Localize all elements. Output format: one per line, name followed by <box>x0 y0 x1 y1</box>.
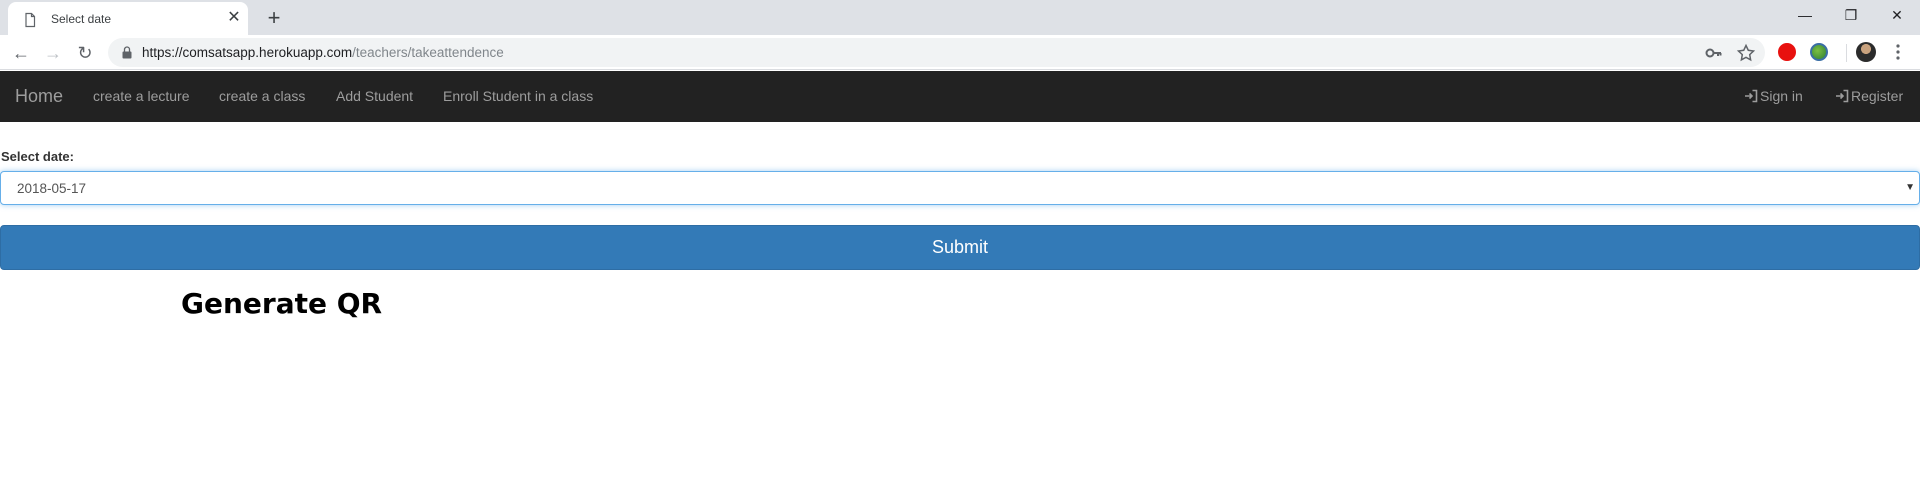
submit-button[interactable]: Submit <box>0 225 1920 270</box>
register-icon <box>1836 89 1849 103</box>
restore-button[interactable]: ❐ <box>1828 0 1874 30</box>
sign-in-label: Sign in <box>1760 88 1803 104</box>
globe-extension-icon[interactable] <box>1810 43 1828 61</box>
select-date-label: Select date: <box>1 149 74 164</box>
nav-link-enroll-student[interactable]: Enroll Student in a class <box>443 88 593 104</box>
caret-down-icon: ▼ <box>1905 182 1915 193</box>
new-tab-button[interactable]: + <box>260 4 288 32</box>
url-path: /teachers/takeattendence <box>352 45 504 60</box>
browser-tabstrip: Select date ✕ + — ❐ ✕ <box>0 0 1920 35</box>
register-label: Register <box>1851 88 1904 104</box>
nav-link-add-student[interactable]: Add Student <box>336 88 413 104</box>
forward-button[interactable]: → <box>40 40 66 66</box>
tab-title: Select date <box>51 12 112 26</box>
date-select-value: 2018-05-17 <box>17 181 87 196</box>
home-link[interactable]: Home <box>15 86 63 107</box>
page-icon <box>25 12 36 28</box>
kebab-menu-icon[interactable] <box>1888 42 1908 62</box>
avatar[interactable] <box>1856 42 1876 62</box>
minimize-button[interactable]: — <box>1782 0 1828 30</box>
lock-icon <box>122 46 132 59</box>
address-bar[interactable]: https://comsatsapp.herokuapp.com/teacher… <box>108 38 1765 67</box>
close-icon[interactable]: ✕ <box>224 8 244 28</box>
back-button[interactable]: ← <box>8 40 34 66</box>
date-select[interactable]: 2018-05-17 ▼ <box>0 171 1920 205</box>
site-navbar: Home create a lecture create a class Add… <box>0 71 1920 122</box>
star-icon[interactable] <box>1736 43 1756 63</box>
url-text[interactable]: https://comsatsapp.herokuapp.com/teacher… <box>142 45 504 60</box>
register-link[interactable]: Register <box>1835 88 1903 104</box>
toolbar-divider <box>1846 44 1847 62</box>
nav-link-create-lecture[interactable]: create a lecture <box>93 88 190 104</box>
sign-in-icon <box>1745 89 1758 103</box>
opera-red-icon[interactable] <box>1778 43 1796 61</box>
sign-in-link[interactable]: Sign in <box>1744 88 1803 104</box>
window-close-button[interactable]: ✕ <box>1874 0 1920 30</box>
browser-tab[interactable]: Select date ✕ <box>8 2 248 35</box>
reload-button[interactable]: ↻ <box>72 40 98 66</box>
generate-qr-heading: Generate QR <box>181 287 383 320</box>
url-host: https://comsatsapp.herokuapp.com <box>142 45 353 60</box>
browser-toolbar: ← → ↻ https://comsatsapp.herokuapp.com/t… <box>0 35 1920 70</box>
key-icon[interactable] <box>1704 43 1724 63</box>
nav-link-create-class[interactable]: create a class <box>219 88 305 104</box>
